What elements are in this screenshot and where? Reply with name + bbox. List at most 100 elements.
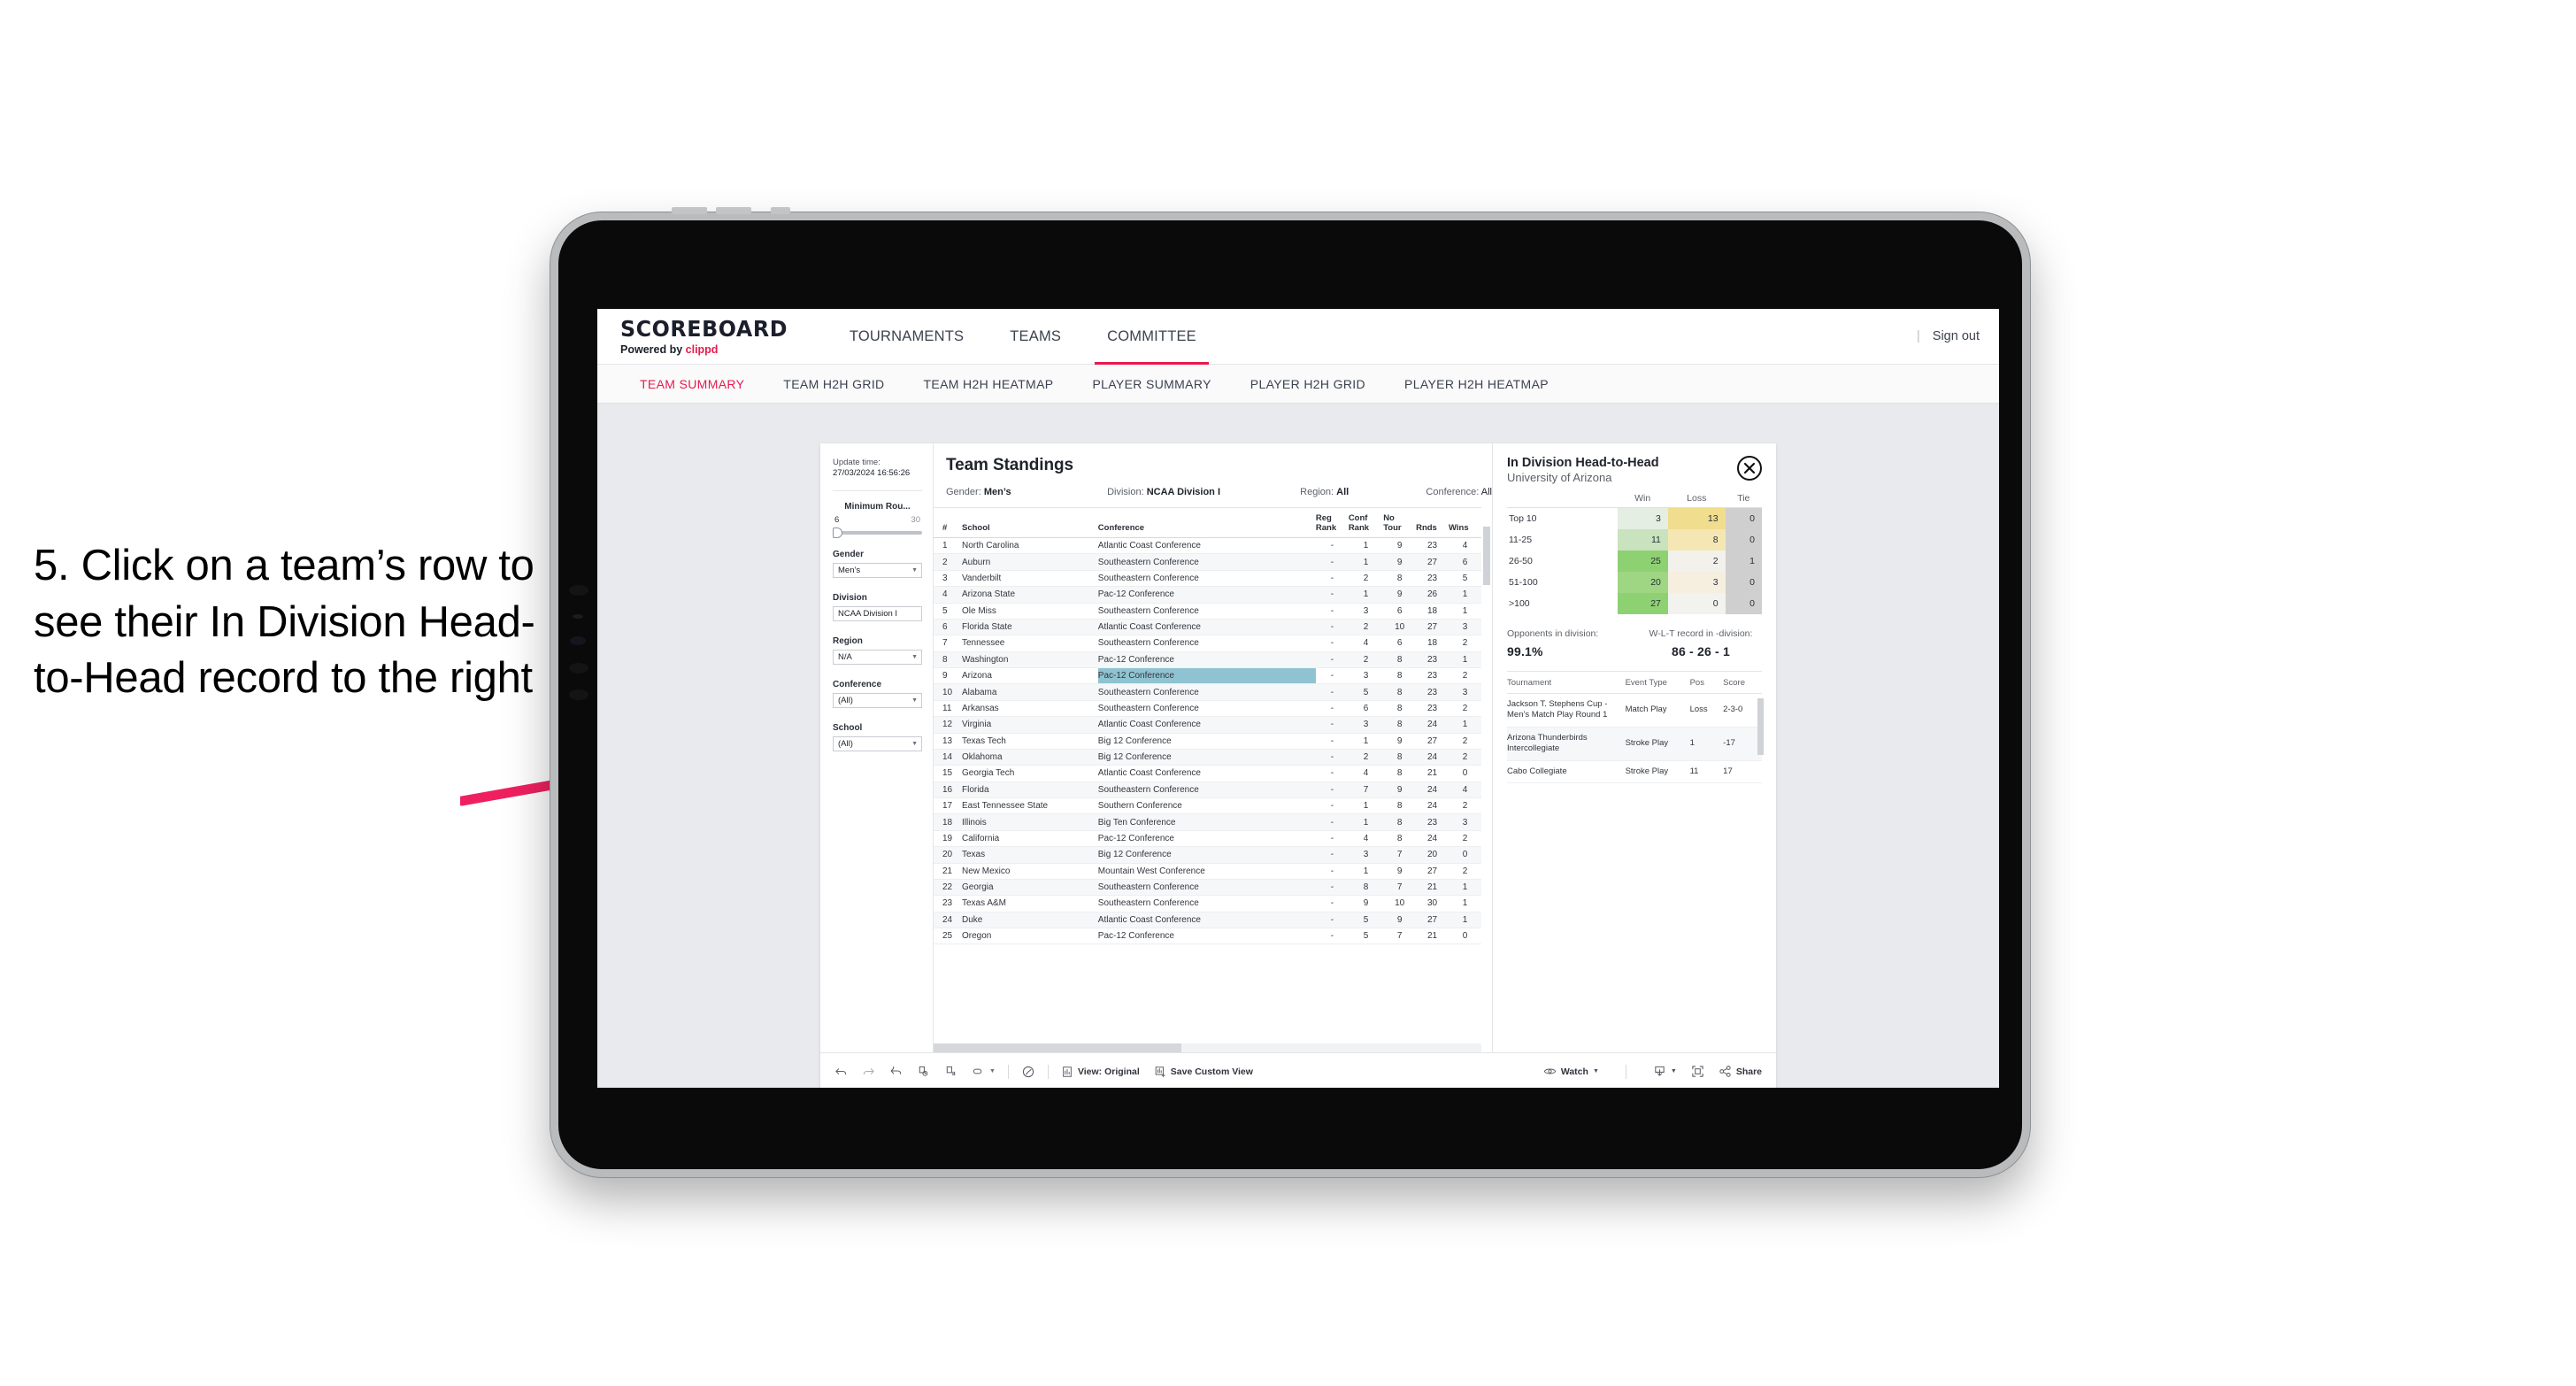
- undo-icon[interactable]: [834, 1065, 848, 1078]
- table-row[interactable]: 16 Florida Southeastern Conference -7 9 24 4: [934, 782, 1481, 799]
- col-rnds[interactable]: Rnds: [1416, 507, 1449, 538]
- table-row[interactable]: 18 Illinois Big Ten Conference -1 8 23 3: [934, 813, 1481, 831]
- close-icon[interactable]: [1737, 456, 1762, 481]
- table-row[interactable]: 13 Texas Tech Big 12 Conference -1 9 27 2: [934, 733, 1481, 750]
- nav-teams[interactable]: TEAMS: [987, 309, 1084, 365]
- tab-team-summary[interactable]: TEAM SUMMARY: [620, 377, 764, 391]
- minimum-rounds-slider[interactable]: [833, 527, 922, 538]
- share-button[interactable]: Share: [1719, 1065, 1762, 1078]
- table-row[interactable]: 25 Oregon Pac-12 Conference -5 7 21 0: [934, 928, 1481, 945]
- cell-conference: Big 12 Conference: [1097, 733, 1316, 750]
- cell-conf-rank: 9: [1348, 895, 1384, 912]
- view-original-button[interactable]: View: Original: [1061, 1066, 1140, 1078]
- brand-title: SCOREBOARD: [620, 315, 788, 342]
- conference-select[interactable]: (All) ▼: [833, 693, 922, 708]
- table-row[interactable]: 22 Georgia Southeastern Conference -8 7 21 1: [934, 879, 1481, 897]
- division-select[interactable]: NCAA Division I: [833, 606, 922, 621]
- table-row[interactable]: 24 Duke Atlantic Coast Conference -5 9 27 1: [934, 912, 1481, 929]
- col-event-type[interactable]: Event Type: [1625, 671, 1690, 694]
- col-pos[interactable]: Pos: [1689, 671, 1724, 694]
- cell-wins: 2: [1449, 733, 1481, 750]
- cell-rnds: 24: [1416, 782, 1449, 799]
- table-row[interactable]: 7 Tennessee Southeastern Conference -4 6 18 2: [934, 635, 1481, 652]
- opponents-in-division: Opponents in division: 99.1%: [1507, 628, 1640, 658]
- pause-refresh-icon[interactable]: [1021, 1065, 1035, 1079]
- cell-school: Arizona State: [961, 586, 1098, 604]
- cell-conference: Atlantic Coast Conference: [1097, 537, 1316, 555]
- region-select[interactable]: N/A ▼: [833, 650, 922, 665]
- cell-rnds: 27: [1416, 553, 1449, 571]
- cell-school: Oklahoma: [961, 749, 1098, 766]
- col-conference[interactable]: Conference: [1097, 507, 1316, 538]
- tab-team-h2h-heatmap[interactable]: TEAM H2H HEATMAP: [904, 377, 1073, 391]
- col-school[interactable]: School: [961, 507, 1098, 538]
- table-row[interactable]: 23 Texas A&M Southeastern Conference -9 10 30…: [934, 895, 1481, 912]
- sign-out-area: | Sign out: [1917, 329, 1980, 343]
- pause-auto-update-icon[interactable]: [944, 1065, 957, 1078]
- col-no-tour[interactable]: No Tour: [1383, 507, 1417, 538]
- horizontal-scrollbar[interactable]: [934, 1043, 1481, 1052]
- col-score[interactable]: Score: [1723, 671, 1762, 694]
- school-select[interactable]: (All) ▼: [833, 736, 922, 751]
- table-row[interactable]: 2 Auburn Southeastern Conference -1 9 27 6: [934, 553, 1481, 571]
- gender-value: Men’s: [838, 566, 861, 575]
- tab-player-h2h-grid[interactable]: PLAYER H2H GRID: [1231, 377, 1385, 391]
- tab-team-h2h-grid[interactable]: TEAM H2H GRID: [764, 377, 904, 391]
- list-item[interactable]: Jackson T. Stephens Cup - Men’s Match Pl…: [1507, 693, 1762, 728]
- table-row[interactable]: 20 Texas Big 12 Conference -3 7 20 0: [934, 846, 1481, 864]
- table-row[interactable]: 19 California Pac-12 Conference -4 8 24 2: [934, 830, 1481, 848]
- col-conf-rank[interactable]: Conf Rank: [1348, 507, 1384, 538]
- events-scrollbar[interactable]: [1757, 697, 1764, 755]
- tab-player-summary[interactable]: PLAYER SUMMARY: [1073, 377, 1230, 391]
- table-row[interactable]: 9 Arizona Pac-12 Conference -3 8 23 2: [934, 667, 1481, 685]
- table-row[interactable]: 14 Oklahoma Big 12 Conference -2 8 24 2: [934, 749, 1481, 766]
- revert-icon[interactable]: [889, 1065, 903, 1078]
- nav-committee[interactable]: COMMITTEE: [1084, 309, 1219, 365]
- cell-score: 2-3-0: [1723, 693, 1762, 728]
- table-row[interactable]: 5 Ole Miss Southeastern Conference -3 6 18 1: [934, 603, 1481, 620]
- view-original-label: View: Original: [1077, 1066, 1140, 1077]
- download-button[interactable]: ▼: [1653, 1065, 1677, 1078]
- cell-rnds: 24: [1416, 830, 1449, 848]
- col-rank[interactable]: #: [934, 507, 962, 538]
- slider-handle[interactable]: [833, 527, 842, 538]
- tab-player-h2h-heatmap[interactable]: PLAYER H2H HEATMAP: [1385, 377, 1568, 391]
- cell-rnds: 18: [1416, 635, 1449, 652]
- sensor-dot-3: [569, 663, 588, 674]
- cell-rnds: 24: [1416, 797, 1449, 815]
- col-wins[interactable]: Wins: [1449, 507, 1481, 538]
- table-row[interactable]: 15 Georgia Tech Atlantic Coast Conference -…: [934, 765, 1481, 782]
- highlight-dropdown[interactable]: ▼: [972, 1065, 996, 1078]
- table-row[interactable]: 8 Washington Pac-12 Conference -2 8 23 1: [934, 651, 1481, 669]
- cell-rank: 17: [934, 797, 962, 815]
- col-tournament[interactable]: Tournament: [1507, 671, 1626, 694]
- vertical-scrollbar[interactable]: [1483, 527, 1490, 585]
- chevron-down-icon: ▼: [911, 567, 918, 574]
- nav-tournaments[interactable]: TOURNAMENTS: [827, 309, 987, 365]
- table-row[interactable]: 6 Florida State Atlantic Coast Conference -…: [934, 619, 1481, 636]
- cell-no-tour: 7: [1383, 879, 1417, 897]
- cell-conf-rank: 1: [1348, 537, 1384, 555]
- table-row[interactable]: 10 Alabama Southeastern Conference -5 8 23 3: [934, 683, 1481, 701]
- table-row[interactable]: 3 Vanderbilt Southeastern Conference -2 8 23 5: [934, 570, 1481, 588]
- h2h-cell: 2: [1667, 550, 1726, 572]
- col-reg-rank[interactable]: Reg Rank: [1315, 507, 1349, 538]
- table-row[interactable]: 4 Arizona State Pac-12 Conference -1 9 26 1: [934, 586, 1481, 604]
- sign-out-link[interactable]: Sign out: [1933, 329, 1980, 343]
- list-item[interactable]: Arizona Thunderbirds Intercollegiate Stro…: [1507, 727, 1762, 761]
- cell-no-tour: 8: [1383, 830, 1417, 848]
- table-row[interactable]: 17 East Tennessee State Southern Conferenc…: [934, 797, 1481, 815]
- list-item[interactable]: Cabo Collegiate Stroke Play 11 17: [1507, 760, 1762, 784]
- table-row[interactable]: 21 New Mexico Mountain West Conference -1 9 2…: [934, 863, 1481, 880]
- refresh-data-icon[interactable]: [917, 1065, 930, 1078]
- table-row[interactable]: 1 North Carolina Atlantic Coast Conference…: [934, 537, 1481, 555]
- watch-button[interactable]: Watch ▼: [1543, 1065, 1599, 1078]
- gender-select[interactable]: Men’s ▼: [833, 563, 922, 578]
- table-row[interactable]: 12 Virginia Atlantic Coast Conference -3 8 24…: [934, 716, 1481, 734]
- redo-icon[interactable]: [862, 1065, 875, 1078]
- scrollbar-thumb[interactable]: [934, 1043, 1181, 1052]
- fullscreen-button[interactable]: [1691, 1065, 1704, 1078]
- save-custom-view-button[interactable]: Save Custom View: [1154, 1066, 1253, 1078]
- meta-gender-label: Gender:: [946, 487, 984, 497]
- table-row[interactable]: 11 Arkansas Southeastern Conference -6 8 23 2: [934, 700, 1481, 718]
